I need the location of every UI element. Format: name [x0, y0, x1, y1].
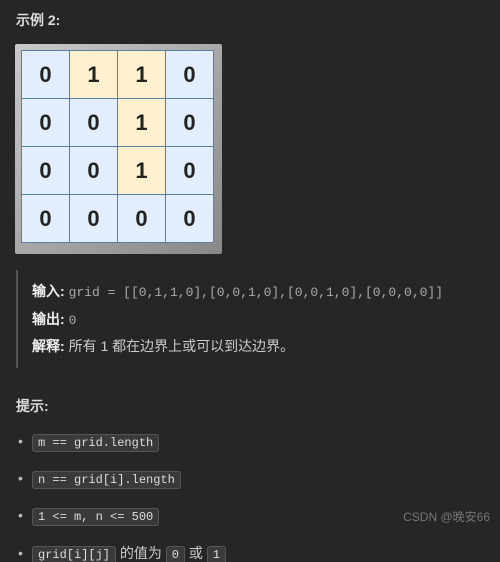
hints-list: m == grid.length n == grid[i].length 1 <= …: [16, 430, 484, 562]
hint-item: m == grid.length: [18, 430, 484, 453]
io-explain-label: 解释:: [32, 338, 65, 354]
io-input-label: 输入:: [32, 283, 65, 299]
grid-cell: 1: [118, 99, 166, 147]
io-output-label: 输出:: [32, 311, 65, 327]
grid-cell: 0: [70, 195, 118, 243]
hint-item: grid[i][j] 的值为 0 或 1: [18, 542, 484, 562]
grid-cell: 0: [22, 99, 70, 147]
hint-item: n == grid[i].length: [18, 467, 484, 490]
hint-code: 1: [207, 546, 226, 562]
hint-code: 1 <= m, n <= 500: [32, 508, 159, 526]
example-title: 示例 2:: [16, 10, 484, 30]
grid-image-inner: 0110001000100000: [21, 50, 214, 243]
grid-cell: 0: [166, 147, 214, 195]
grid-image-wrapper: 0110001000100000: [15, 44, 222, 254]
grid-cell: 0: [70, 99, 118, 147]
grid-cell: 0: [22, 147, 70, 195]
watermark: CSDN @晚安66: [403, 508, 490, 525]
grid-cell: 0: [22, 195, 70, 243]
grid-cell: 0: [22, 51, 70, 99]
grid-cell: 0: [70, 147, 118, 195]
grid-row: 0010: [22, 99, 214, 147]
hints-title: 提示:: [16, 396, 484, 416]
hint-text: 或: [185, 545, 207, 561]
grid-cell: 1: [118, 51, 166, 99]
hint-code: n == grid[i].length: [32, 471, 181, 489]
grid-row: 0010: [22, 147, 214, 195]
grid-cell: 0: [166, 51, 214, 99]
io-block: 输入: grid = [[0,1,1,0],[0,0,1,0],[0,0,1,0…: [16, 270, 484, 368]
hint-code: m == grid.length: [32, 434, 159, 452]
hint-text: 的值为: [116, 545, 166, 561]
grid-cell: 0: [166, 195, 214, 243]
io-input-row: 输入: grid = [[0,1,1,0],[0,0,1,0],[0,0,1,0…: [32, 278, 484, 306]
grid-row: 0110: [22, 51, 214, 99]
grid-row: 0000: [22, 195, 214, 243]
grid-cell: 0: [118, 195, 166, 243]
hint-code: 0: [166, 546, 185, 562]
io-input-value: grid = [[0,1,1,0],[0,0,1,0],[0,0,1,0],[0…: [69, 285, 443, 300]
io-output-value: 0: [69, 313, 77, 328]
grid-cell: 1: [118, 147, 166, 195]
grid-cell: 0: [166, 99, 214, 147]
grid-table: 0110001000100000: [21, 50, 214, 243]
io-output-row: 输出: 0: [32, 306, 484, 334]
io-explain-row: 解释: 所有 1 都在边界上或可以到达边界。: [32, 333, 484, 360]
grid-cell: 1: [70, 51, 118, 99]
io-explain-value: 所有 1 都在边界上或可以到达边界。: [69, 338, 295, 354]
hint-code: grid[i][j]: [32, 546, 116, 562]
